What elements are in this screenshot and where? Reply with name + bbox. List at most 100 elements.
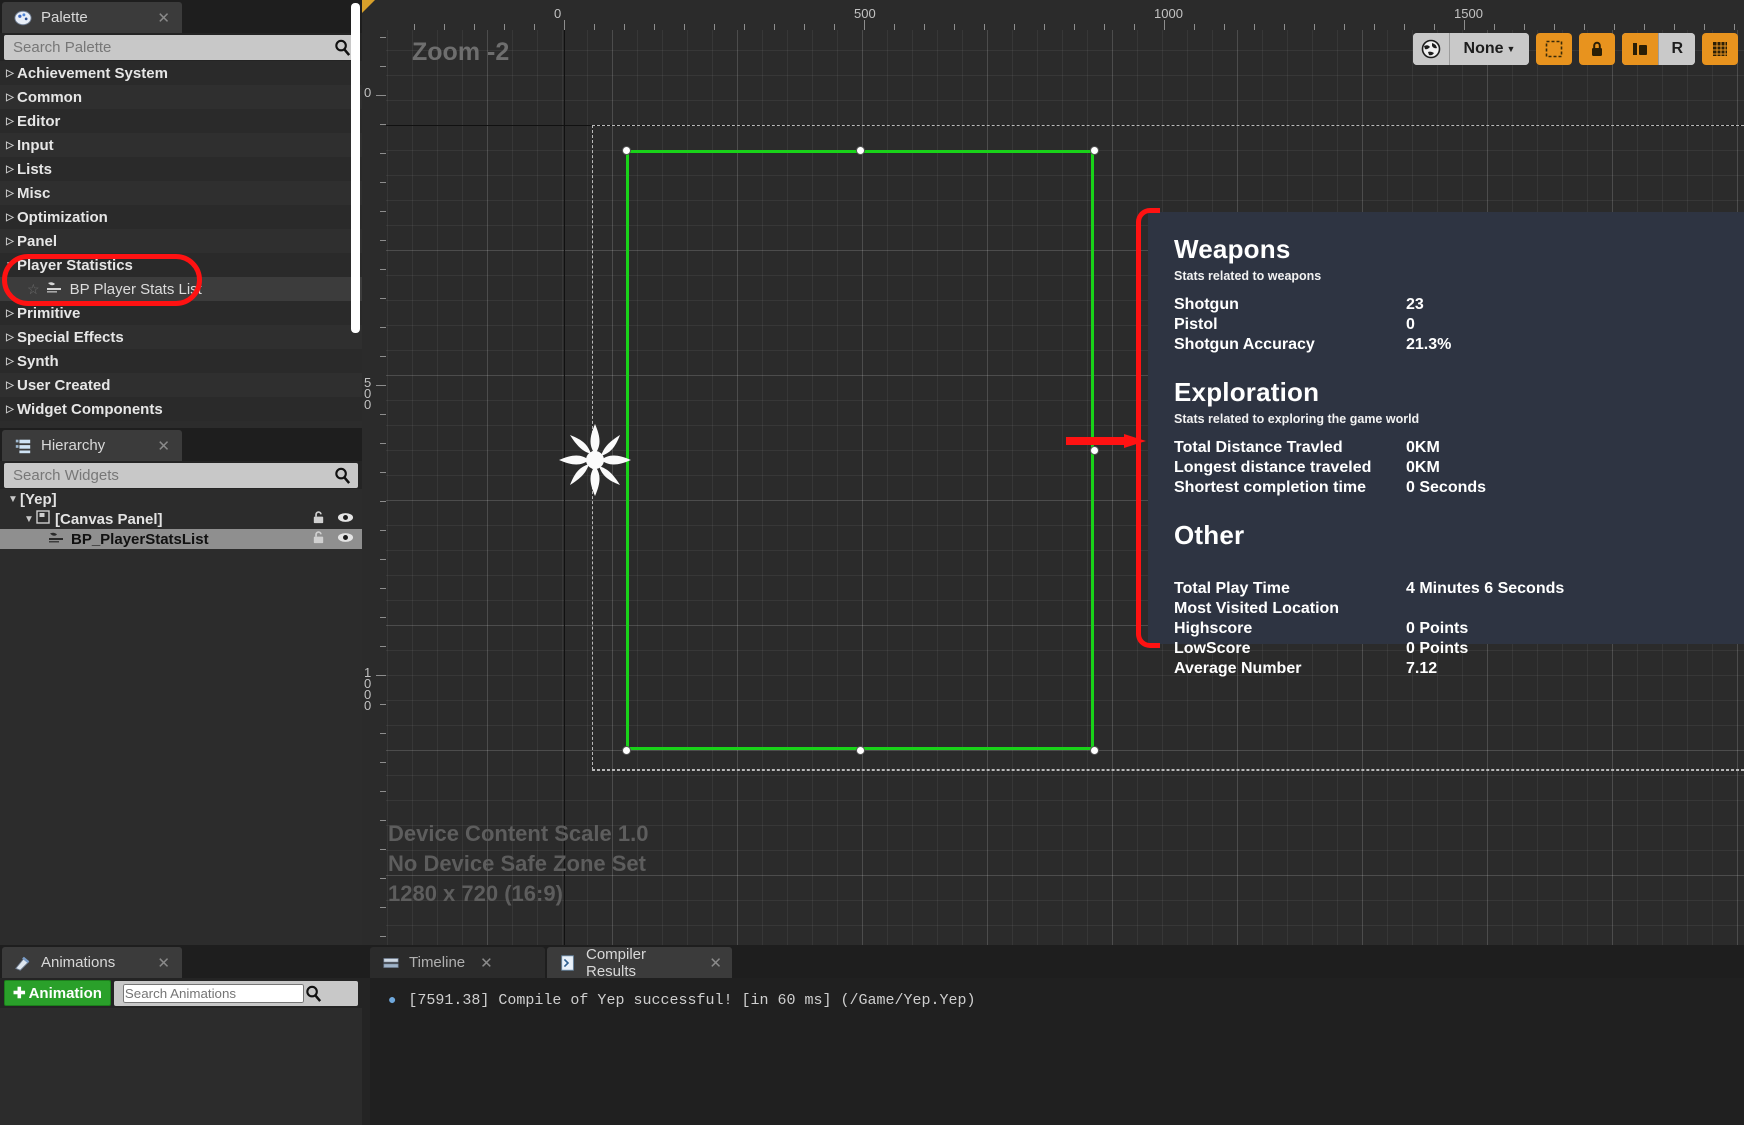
layout-button[interactable] bbox=[1622, 33, 1659, 65]
rotate-button[interactable]: R bbox=[1658, 33, 1695, 65]
stats-row: Total Play Time 4 Minutes 6 Seconds bbox=[1174, 579, 1718, 599]
chevron-right-icon[interactable]: ▷ bbox=[3, 404, 17, 415]
visibility-eye-icon[interactable] bbox=[337, 511, 354, 528]
palette-category-input[interactable]: ▷ Input bbox=[0, 133, 362, 157]
palette-category-common[interactable]: ▷ Common bbox=[0, 85, 362, 109]
grid-pill[interactable] bbox=[1702, 33, 1738, 65]
palette-search-box[interactable] bbox=[4, 35, 358, 60]
palette-item-bp-player-stats-list[interactable]: ☆ BP Player Stats List bbox=[0, 277, 362, 301]
palette-category-lists[interactable]: ▷ Lists bbox=[0, 157, 362, 181]
close-icon[interactable]: ✕ bbox=[157, 954, 170, 972]
chevron-right-icon[interactable]: ▷ bbox=[3, 380, 17, 391]
search-icon bbox=[335, 39, 351, 56]
palette-category-panel[interactable]: ▷ Panel bbox=[0, 229, 362, 253]
palette-category-misc[interactable]: ▷ Misc bbox=[0, 181, 362, 205]
chevron-right-icon[interactable]: ▷ bbox=[3, 308, 17, 319]
hierarchy-item-bpplayerstatslist[interactable]: BP_PlayerStatsList bbox=[0, 529, 362, 549]
favorite-star-icon[interactable]: ☆ bbox=[27, 281, 40, 298]
tab-palette-label: Palette bbox=[41, 9, 88, 26]
chevron-right-icon[interactable]: ▷ bbox=[3, 140, 17, 151]
fill-mode-dropdown[interactable]: None ▼ bbox=[1448, 33, 1530, 65]
palette-category-list[interactable]: ▷ Achievement System ▷ Common ▷ Editor ▷ Input ▷… bbox=[0, 61, 362, 428]
chevron-down-icon[interactable]: ▼ bbox=[3, 260, 17, 271]
close-icon[interactable]: ✕ bbox=[709, 954, 722, 972]
palette-category-label: Special Effects bbox=[17, 328, 124, 346]
grid-button[interactable] bbox=[1702, 33, 1738, 65]
palette-category-achievement-system[interactable]: ▷ Achievement System bbox=[0, 61, 362, 85]
resize-handle-tc[interactable] bbox=[856, 146, 865, 155]
resize-handle-tr[interactable] bbox=[1090, 146, 1099, 155]
palette-category-primitive[interactable]: ▷ Primitive bbox=[0, 301, 362, 325]
close-icon[interactable]: ✕ bbox=[480, 954, 493, 972]
visibility-eye-icon[interactable] bbox=[337, 531, 354, 548]
palette-category-editor[interactable]: ▷ Editor bbox=[0, 109, 362, 133]
tab-hierarchy[interactable]: Hierarchy ✕ bbox=[2, 430, 182, 461]
ruler-tick bbox=[564, 20, 565, 30]
stats-section-title: Weapons bbox=[1174, 234, 1291, 264]
search-animations-input[interactable] bbox=[122, 983, 304, 1003]
palette-category-synth[interactable]: ▷ Synth bbox=[0, 349, 362, 373]
search-widgets-input[interactable] bbox=[13, 467, 333, 484]
tab-compiler-results[interactable]: Compiler Results ✕ bbox=[547, 946, 732, 980]
dashed-box-button[interactable] bbox=[1536, 33, 1573, 65]
lock-icon[interactable] bbox=[311, 510, 326, 529]
selection-rect[interactable] bbox=[626, 150, 1094, 750]
compiler-results-body[interactable]: ● [7591.38] Compile of Yep successful! [… bbox=[370, 978, 1744, 1125]
stats-value: 0 Points bbox=[1406, 640, 1469, 657]
close-icon[interactable]: ✕ bbox=[157, 437, 170, 455]
chevron-right-icon[interactable]: ▷ bbox=[3, 68, 17, 79]
stats-row: Shotgun Accuracy 21.3% bbox=[1174, 335, 1718, 355]
stats-value: 21.3% bbox=[1406, 336, 1452, 353]
palette-category-widget-components[interactable]: ▷ Widget Components bbox=[0, 397, 362, 421]
resize-handle-bc[interactable] bbox=[856, 746, 865, 755]
palette-category-player-statistics[interactable]: ▼ Player Statistics bbox=[0, 253, 362, 277]
stats-value: 4 Minutes 6 Seconds bbox=[1406, 580, 1565, 597]
tab-animations[interactable]: Animations ✕ bbox=[2, 947, 182, 978]
compiler-results-icon bbox=[561, 954, 574, 971]
resize-handle-tl[interactable] bbox=[622, 146, 631, 155]
canvas-surface[interactable]: Zoom -2 Weapons Stats related to weapons… bbox=[386, 30, 1744, 945]
resize-handle-bl[interactable] bbox=[622, 746, 631, 755]
designer-viewport[interactable]: 0500100015002000 050010001500 Zoom -2 bbox=[362, 0, 1744, 945]
globe-button[interactable] bbox=[1412, 33, 1449, 65]
player-stats-widget[interactable]: Weapons Stats related to weapons Shotgun 23… bbox=[1148, 212, 1744, 677]
palette-scrollbar[interactable] bbox=[351, 3, 360, 333]
widget-placeholder-icon[interactable] bbox=[555, 420, 635, 500]
close-icon[interactable]: ✕ bbox=[157, 9, 170, 27]
chevron-right-icon[interactable]: ▷ bbox=[3, 212, 17, 223]
chevron-down-icon[interactable]: ▼ bbox=[6, 494, 20, 505]
dashed-box-pill[interactable] bbox=[1536, 33, 1573, 65]
palette-category-optimization[interactable]: ▷ Optimization bbox=[0, 205, 362, 229]
stats-row-group: Shotgun 23 Pistol 0 Shotgun Accuracy 21.3% bbox=[1174, 295, 1718, 355]
resize-handle-br[interactable] bbox=[1090, 746, 1099, 755]
palette-category-label: Synth bbox=[17, 352, 59, 370]
stats-label: Longest distance traveled bbox=[1174, 459, 1372, 476]
stats-value: 23 bbox=[1406, 296, 1424, 313]
search-palette-input[interactable] bbox=[13, 39, 333, 56]
tab-palette[interactable]: Palette ✕ bbox=[2, 2, 182, 33]
lock-button[interactable] bbox=[1579, 33, 1616, 65]
chevron-right-icon[interactable]: ▷ bbox=[3, 164, 17, 175]
chevron-right-icon[interactable]: ▷ bbox=[3, 332, 17, 343]
chevron-right-icon[interactable]: ▷ bbox=[3, 356, 17, 367]
chevron-right-icon[interactable]: ▷ bbox=[3, 92, 17, 103]
add-animation-button[interactable]: ✚ Animation bbox=[4, 980, 111, 1006]
hierarchy-item-canvas-panel[interactable]: ▼ [Canvas Panel] bbox=[0, 509, 362, 529]
chevron-down-icon[interactable]: ▼ bbox=[22, 514, 36, 525]
chevron-right-icon[interactable]: ▷ bbox=[3, 188, 17, 199]
hierarchy-item-yep[interactable]: ▼ [Yep] bbox=[0, 489, 362, 509]
animations-search-box[interactable] bbox=[113, 980, 358, 1006]
add-animation-label: Animation bbox=[28, 984, 102, 1002]
tab-timeline[interactable]: Timeline ✕ bbox=[370, 947, 545, 978]
chevron-down-icon: ▼ bbox=[1506, 44, 1516, 54]
ruler-corner bbox=[362, 0, 386, 30]
lock-pill[interactable] bbox=[1579, 33, 1616, 65]
chevron-right-icon[interactable]: ▷ bbox=[3, 116, 17, 127]
hierarchy-tree[interactable]: ▼ [Yep] ▼ [Canvas Panel] BP_PlayerStatsList bbox=[0, 489, 362, 945]
palette-category-user-created[interactable]: ▷ User Created bbox=[0, 373, 362, 397]
animations-list[interactable] bbox=[0, 1008, 362, 1125]
hierarchy-search-box[interactable] bbox=[4, 463, 358, 488]
palette-category-special-effects[interactable]: ▷ Special Effects bbox=[0, 325, 362, 349]
lock-icon[interactable] bbox=[311, 530, 326, 549]
chevron-right-icon[interactable]: ▷ bbox=[3, 236, 17, 247]
